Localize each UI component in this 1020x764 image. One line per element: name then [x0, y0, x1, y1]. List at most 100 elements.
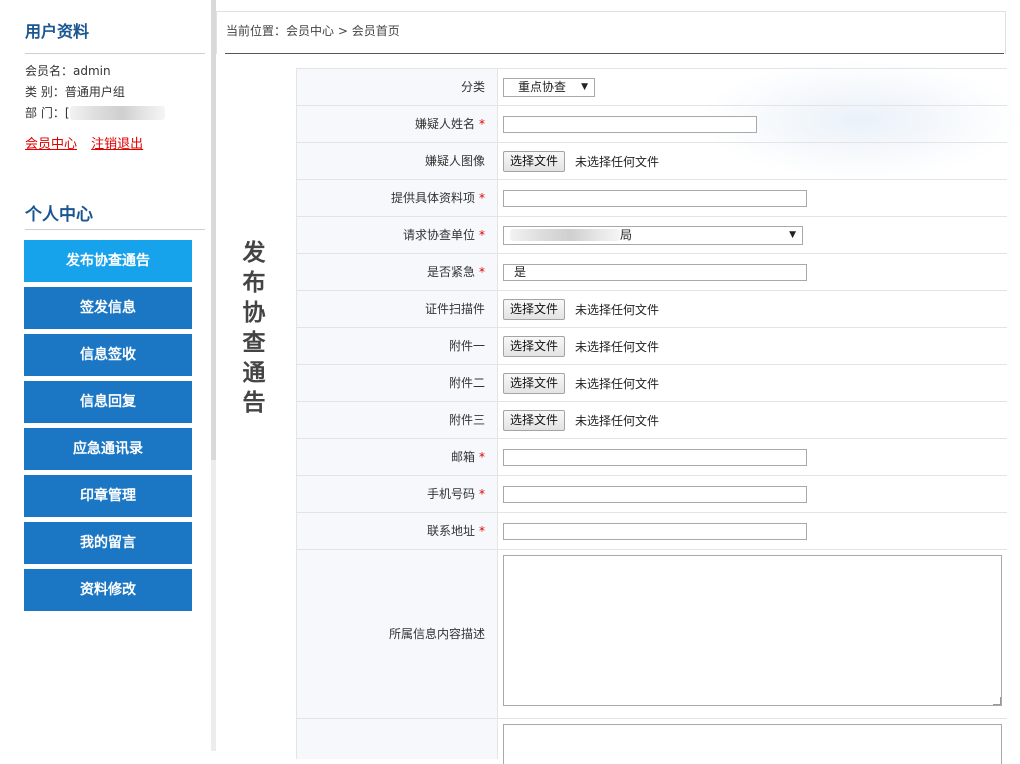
member-dept-row: 部 门：[ [25, 106, 165, 120]
required-mark: * [479, 228, 485, 242]
description-label: 所属信息内容描述 [297, 550, 498, 718]
member-dept-label: 部 门： [25, 106, 65, 120]
suspect-image-choose-file-button[interactable]: 选择文件 [503, 151, 566, 172]
sidebar-item-issue-info[interactable]: 签发信息 [24, 287, 192, 329]
breadcrumb-bar: 当前位置：会员中心 > 会员首页 [216, 11, 1006, 54]
phone-label: 手机号码 * [297, 476, 498, 512]
attachment1-choose-file-button[interactable]: 选择文件 [503, 336, 566, 357]
left-sidebar: 用户资料 会员名：admin 类 别：普通用户组 部 门：[ 会员中心 注销退出… [0, 0, 211, 751]
attachment3-label: 附件三 [297, 402, 498, 438]
phone-input[interactable] [503, 486, 807, 503]
category-label: 分类 [297, 69, 498, 105]
required-mark: * [479, 117, 485, 131]
breadcrumb-separator: > [334, 24, 352, 38]
form-row-attachment2: 附件二 选择文件 未选择任何文件 [297, 365, 1007, 402]
description-label-text: 所属信息内容描述 [388, 627, 485, 641]
member-name-row: 会员名：admin [25, 64, 111, 78]
redacted-blur [69, 106, 165, 120]
address-input[interactable] [503, 523, 807, 540]
member-type-label: 类 别： [25, 85, 65, 99]
form-row-address: 联系地址 * [297, 513, 1007, 550]
category-label-text: 分类 [460, 80, 485, 94]
phone-label-text: 手机号码 [426, 487, 475, 501]
attachment1-label: 附件一 [297, 328, 498, 364]
profile-divider [25, 53, 205, 54]
required-mark: * [479, 191, 485, 205]
notice-form: 分类 重点协查 ▼ 嫌疑人姓名 * 嫌疑人图像 选择文件 未选择任何文件 提供具体… [296, 68, 1007, 764]
request-unit-label: 请求协查单位 * [297, 217, 498, 253]
sidebar-item-publish-notice[interactable]: 发布协查通告 [24, 240, 192, 282]
attachment1-label-text: 附件一 [448, 339, 485, 353]
form-row-email: 邮箱 * [297, 439, 1007, 476]
form-row-next [297, 719, 1007, 764]
attachment2-choose-file-button[interactable]: 选择文件 [503, 373, 566, 394]
request-unit-select[interactable]: 局 ▼ [503, 226, 803, 245]
breadcrumb-underline [225, 53, 1004, 54]
member-dept-value: [ [64, 106, 70, 120]
breadcrumb-level2[interactable]: 会员首页 [352, 24, 400, 38]
member-type-row: 类 别：普通用户组 [25, 85, 125, 99]
request-unit-select-value: 局 [620, 228, 633, 242]
attachment3-label-text: 附件三 [448, 413, 485, 427]
redacted-blur [510, 229, 620, 241]
form-row-urgent: 是否紧急 * 是 [297, 254, 1007, 291]
id-scan-label-text: 证件扫描件 [424, 302, 485, 316]
form-row-category: 分类 重点协查 ▼ [297, 69, 1007, 106]
form-row-id-scan: 证件扫描件 选择文件 未选择任何文件 [297, 291, 1007, 328]
member-center-link[interactable]: 会员中心 [25, 137, 77, 152]
attachment3-choose-file-button[interactable]: 选择文件 [503, 410, 566, 431]
email-input[interactable] [503, 449, 807, 466]
sidebar-item-emergency-contacts[interactable]: 应急通讯录 [24, 428, 192, 470]
member-type-value: 普通用户组 [64, 85, 125, 99]
sidebar-item-reply-info[interactable]: 信息回复 [24, 381, 192, 423]
suspect-image-label: 嫌疑人图像 [297, 143, 498, 179]
urgent-label: 是否紧急 * [297, 254, 498, 290]
next-row-label [297, 719, 498, 759]
category-select[interactable]: 重点协查 ▼ [503, 78, 595, 97]
dropdown-arrow-icon: ▼ [581, 82, 588, 92]
logout-link[interactable]: 注销退出 [91, 137, 143, 152]
address-label: 联系地址 * [297, 513, 498, 549]
sidebar-item-my-messages[interactable]: 我的留言 [24, 522, 192, 564]
account-links: 会员中心 注销退出 [25, 133, 153, 152]
member-name-label: 会员名： [25, 64, 74, 78]
sidebar-item-seal-management[interactable]: 印章管理 [24, 475, 192, 517]
member-name-value: admin [73, 64, 111, 78]
breadcrumb: 当前位置：会员中心 > 会员首页 [226, 22, 400, 39]
attachment1-file-status: 未选择任何文件 [575, 340, 660, 354]
specific-items-label: 提供具体资料项 * [297, 180, 498, 216]
form-row-attachment3: 附件三 选择文件 未选择任何文件 [297, 402, 1007, 439]
suspect-name-label: 嫌疑人姓名 * [297, 106, 498, 142]
attachment2-file-status: 未选择任何文件 [575, 377, 660, 391]
email-label-text: 邮箱 [450, 450, 475, 464]
attachment2-label: 附件二 [297, 365, 498, 401]
form-row-description: 所属信息内容描述 [297, 550, 1007, 719]
id-scan-file-status: 未选择任何文件 [575, 303, 660, 317]
urgent-label-text: 是否紧急 [426, 265, 475, 279]
specific-items-input[interactable] [503, 190, 807, 207]
personal-divider [25, 229, 205, 230]
profile-title: 用户资料 [25, 22, 90, 41]
dropdown-arrow-icon: ▼ [789, 230, 796, 240]
sidebar-item-receive-info[interactable]: 信息签收 [24, 334, 192, 376]
breadcrumb-level1[interactable]: 会员中心 [286, 24, 334, 38]
suspect-image-file-status: 未选择任何文件 [575, 155, 660, 169]
form-row-specific-items: 提供具体资料项 * [297, 180, 1007, 217]
required-mark: * [479, 265, 485, 279]
description-textarea[interactable] [503, 555, 1002, 706]
next-textarea[interactable] [503, 724, 1002, 764]
required-mark: * [479, 450, 485, 464]
attachment3-file-status: 未选择任何文件 [575, 414, 660, 428]
sidebar-menu: 发布协查通告 签发信息 信息签收 信息回复 应急通讯录 印章管理 我的留言 资料… [24, 240, 192, 616]
attachment2-label-text: 附件二 [448, 376, 485, 390]
suspect-name-input[interactable] [503, 116, 757, 133]
specific-items-label-text: 提供具体资料项 [390, 191, 475, 205]
category-select-value: 重点协查 [518, 80, 567, 94]
sidebar-item-edit-profile[interactable]: 资料修改 [24, 569, 192, 611]
title-column: 发布协查通告 [216, 60, 292, 751]
form-row-attachment1: 附件一 选择文件 未选择任何文件 [297, 328, 1007, 365]
urgent-input[interactable]: 是 [503, 264, 807, 281]
id-scan-choose-file-button[interactable]: 选择文件 [503, 299, 566, 320]
resize-grip-icon[interactable] [993, 697, 1001, 705]
form-row-request-unit: 请求协查单位 * 局 ▼ [297, 217, 1007, 254]
